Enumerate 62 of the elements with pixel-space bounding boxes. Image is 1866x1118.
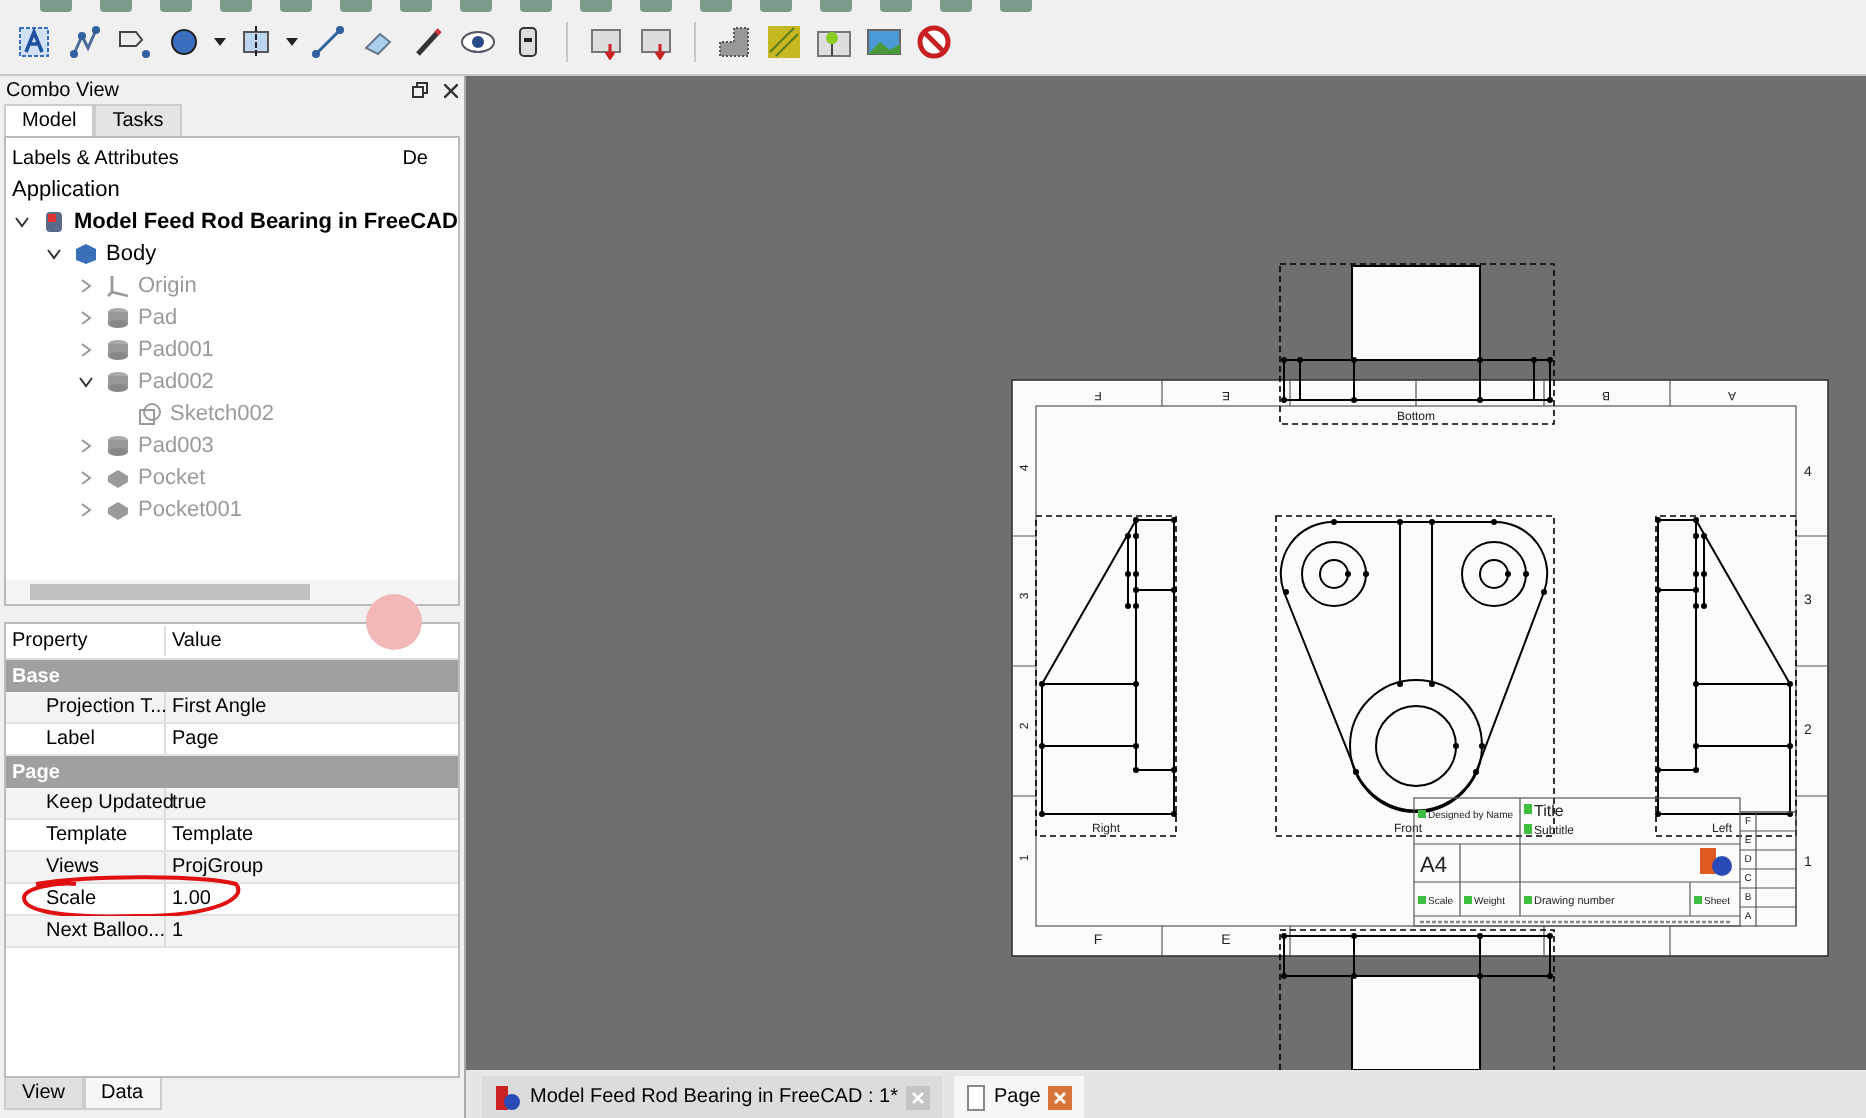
horizontal-scrollbar[interactable] xyxy=(6,580,458,604)
pocket-icon xyxy=(106,466,130,490)
tree-item[interactable]: Pocket001 xyxy=(138,493,242,527)
caret-icon[interactable] xyxy=(214,38,226,46)
hatch-icon[interactable] xyxy=(764,22,804,62)
property-name: Views xyxy=(6,852,166,882)
property-value: 1 xyxy=(170,918,186,946)
page-icon xyxy=(965,1083,986,1111)
float-icon[interactable] xyxy=(412,82,428,98)
caret-icon[interactable] xyxy=(286,38,298,46)
property-name: Label xyxy=(6,724,166,754)
nodes-icon[interactable] xyxy=(64,22,104,62)
tree-item[interactable]: Sketch002 xyxy=(170,397,274,431)
tree-item[interactable]: Pocket xyxy=(138,461,206,495)
line-icon[interactable] xyxy=(308,22,348,62)
tree-item[interactable]: Pad xyxy=(138,301,178,335)
property-value: Template xyxy=(170,822,256,850)
panel-tab[interactable]: Model xyxy=(4,104,95,136)
tree-root: Application xyxy=(12,175,120,206)
tree-item[interactable]: Pad003 xyxy=(138,429,214,463)
property-name: Template xyxy=(6,820,166,850)
title-block-text: A4 xyxy=(1420,854,1447,878)
property-value: First Angle xyxy=(170,694,269,722)
pad-icon xyxy=(106,338,130,362)
column-header: De xyxy=(402,145,428,173)
pad-icon xyxy=(106,306,130,330)
group-header[interactable]: Base xyxy=(6,660,458,692)
panel-tab[interactable]: Data xyxy=(83,1078,162,1110)
tree-item[interactable]: Pad001 xyxy=(138,333,214,367)
tree-item[interactable]: Origin xyxy=(138,269,197,303)
close-icon[interactable] xyxy=(444,83,458,97)
document-tab[interactable]: Model Feed Rod Bearing in FreeCAD : 1* xyxy=(482,1076,942,1118)
no-entry-icon[interactable] xyxy=(914,22,954,62)
property-name: Scale xyxy=(6,884,166,914)
document-icon xyxy=(42,210,66,234)
property-value: ProjGroup xyxy=(170,854,266,882)
property-value: Page xyxy=(170,726,221,754)
document-tab[interactable]: Page xyxy=(953,1076,1085,1118)
panel-tab[interactable]: Tasks xyxy=(94,104,182,136)
title-block-text: Title xyxy=(1534,802,1564,820)
pocket-icon xyxy=(106,498,130,522)
tree-item[interactable]: Body xyxy=(106,237,157,271)
tree-item[interactable]: Model Feed Rod Bearing in FreeCAD xyxy=(74,205,458,239)
app-icon xyxy=(494,1083,522,1111)
property-name: Projection T... xyxy=(6,692,166,722)
tree-item[interactable]: Pad002 xyxy=(138,365,214,399)
app-logo xyxy=(1700,848,1732,876)
column-header: Value xyxy=(170,628,224,656)
property-name: Next Balloo... xyxy=(6,916,166,946)
panel-tab[interactable]: View xyxy=(4,1078,83,1110)
axes-icon xyxy=(106,274,130,298)
hatch-icon[interactable] xyxy=(714,22,754,62)
panel-title: Combo View xyxy=(6,77,120,105)
text-annotation-icon[interactable] xyxy=(14,22,54,62)
group-header[interactable]: Page xyxy=(6,756,458,788)
pad-icon xyxy=(106,370,130,394)
sketch-icon xyxy=(138,402,162,426)
column-header: Property xyxy=(6,626,166,656)
body-icon xyxy=(74,242,98,266)
pad-icon xyxy=(106,434,130,458)
property-value: 1.00 xyxy=(170,886,213,914)
column-header: Labels & Attributes xyxy=(12,145,179,173)
